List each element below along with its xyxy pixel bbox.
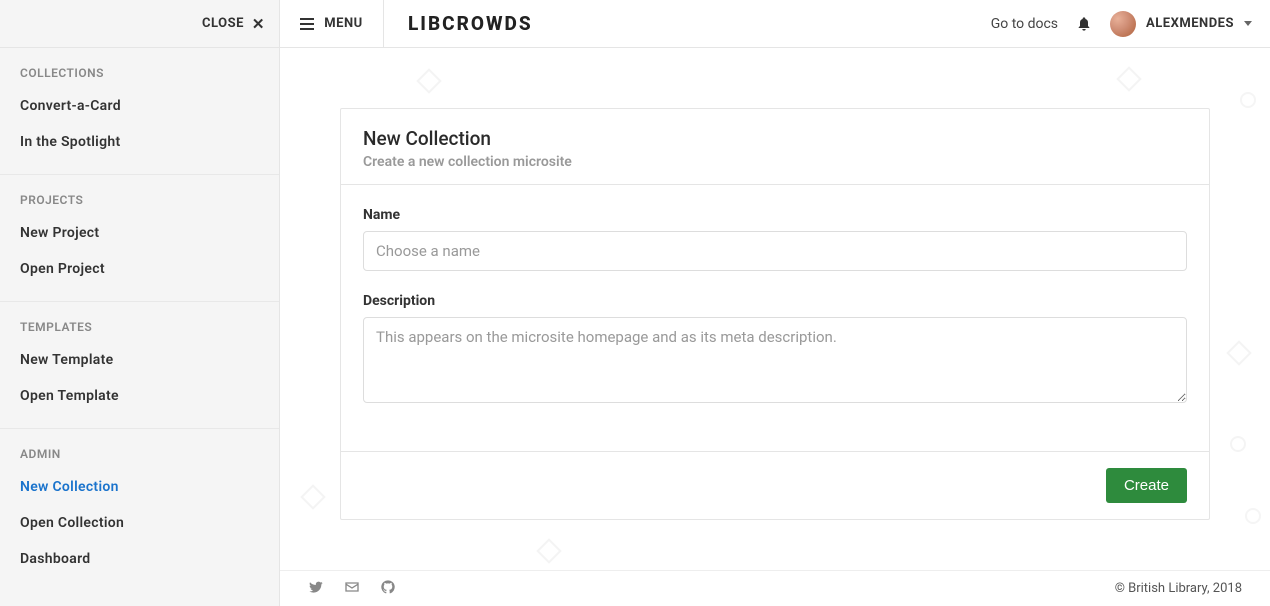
hamburger-icon	[300, 18, 314, 30]
sidebar-section-admin: ADMIN New Collection Open Collection Das…	[0, 429, 279, 591]
sidebar-item-in-the-spotlight[interactable]: In the Spotlight	[0, 124, 279, 160]
sidebar-item-new-project[interactable]: New Project	[0, 215, 279, 251]
footer-icons	[308, 579, 396, 599]
name-label: Name	[363, 207, 1187, 223]
mail-icon[interactable]	[344, 579, 360, 599]
chevron-down-icon	[1244, 21, 1252, 26]
description-input[interactable]	[363, 317, 1187, 403]
sidebar-item-new-template[interactable]: New Template	[0, 342, 279, 378]
docs-link[interactable]: Go to docs	[991, 16, 1058, 32]
github-icon[interactable]	[380, 579, 396, 599]
footer: © British Library, 2018	[280, 570, 1270, 606]
avatar	[1110, 11, 1136, 37]
user-name: ALEXMENDES	[1146, 16, 1234, 31]
menu-button[interactable]: MENU	[280, 0, 384, 47]
twitter-icon[interactable]	[308, 579, 324, 599]
close-icon: ✕	[252, 15, 265, 33]
sidebar-section-templates: TEMPLATES New Template Open Template	[0, 302, 279, 429]
create-button[interactable]: Create	[1106, 468, 1187, 503]
card-title: New Collection	[363, 127, 1187, 150]
section-header: PROJECTS	[0, 193, 279, 215]
bell-icon[interactable]	[1076, 16, 1092, 32]
sidebar: COLLECTIONS Convert-a-Card In the Spotli…	[0, 48, 280, 606]
brand-logo: LIBCROWDS	[408, 12, 533, 35]
card-body: Name Description	[341, 185, 1209, 451]
description-label: Description	[363, 293, 1187, 309]
sidebar-item-convert-a-card[interactable]: Convert-a-Card	[0, 88, 279, 124]
card-header: New Collection Create a new collection m…	[341, 109, 1209, 185]
form-group-description: Description	[363, 293, 1187, 407]
sidebar-header: CLOSE ✕	[0, 0, 280, 47]
brand-section: LIBCROWDS	[384, 0, 533, 47]
section-header: TEMPLATES	[0, 320, 279, 342]
main-content: New Collection Create a new collection m…	[280, 48, 1270, 570]
sidebar-item-open-collection[interactable]: Open Collection	[0, 505, 279, 541]
sidebar-item-dashboard[interactable]: Dashboard	[0, 541, 279, 577]
sidebar-item-open-project[interactable]: Open Project	[0, 251, 279, 287]
card-footer: Create	[341, 451, 1209, 519]
menu-label: MENU	[324, 16, 362, 31]
sidebar-section-projects: PROJECTS New Project Open Project	[0, 175, 279, 302]
user-menu-button[interactable]: ALEXMENDES	[1110, 11, 1252, 37]
sidebar-section-collections: COLLECTIONS Convert-a-Card In the Spotli…	[0, 48, 279, 175]
topbar: CLOSE ✕ MENU LIBCROWDS Go to docs ALEXME…	[0, 0, 1270, 48]
name-input[interactable]	[363, 231, 1187, 271]
topbar-right: Go to docs ALEXMENDES	[991, 0, 1270, 47]
sidebar-item-new-collection[interactable]: New Collection	[0, 469, 279, 505]
section-header: ADMIN	[0, 447, 279, 469]
form-group-name: Name	[363, 207, 1187, 271]
new-collection-card: New Collection Create a new collection m…	[340, 108, 1210, 520]
footer-copyright: © British Library, 2018	[1115, 581, 1242, 596]
section-header: COLLECTIONS	[0, 66, 279, 88]
close-label: CLOSE	[202, 16, 244, 31]
sidebar-item-open-template[interactable]: Open Template	[0, 378, 279, 414]
close-button[interactable]: CLOSE ✕	[202, 15, 265, 33]
card-subtitle: Create a new collection microsite	[363, 154, 1187, 170]
